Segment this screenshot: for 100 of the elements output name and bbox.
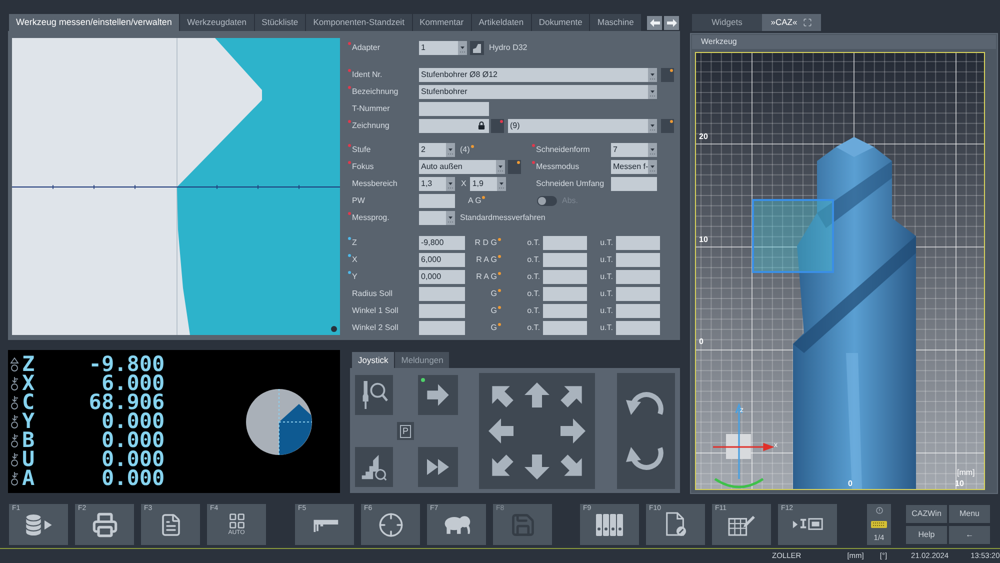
tolerance-label: u.T. (600, 304, 613, 316)
input-field[interactable] (616, 252, 660, 266)
arrow-status-icon (10, 414, 19, 429)
down-arrow-icon[interactable] (522, 452, 552, 482)
input-field[interactable] (419, 320, 465, 334)
tolerance-label: u.T. (600, 322, 613, 334)
tab[interactable]: »CAZ« (762, 14, 821, 31)
holder-icon (470, 40, 484, 54)
table-pencil-icon (728, 513, 755, 536)
dropdown[interactable]: (9) (508, 118, 657, 132)
input-field[interactable] (616, 270, 660, 284)
dropdown[interactable]: 7 (611, 142, 657, 156)
scale-label: 20 (699, 132, 708, 142)
note-button[interactable] (491, 118, 504, 132)
tab[interactable]: Dokumente (530, 14, 590, 31)
reference-code: G (490, 288, 497, 300)
input-field[interactable] (616, 320, 660, 334)
input-field[interactable] (616, 304, 660, 318)
input-field[interactable]: 0,000 (419, 270, 465, 284)
tool-inspect-button[interactable] (355, 375, 393, 415)
dropdown[interactable]: Messen f- (611, 160, 657, 174)
tolerance-label: o.T. (527, 270, 540, 282)
field-label: Y (352, 271, 358, 283)
system-button[interactable]: Help (906, 526, 947, 544)
input-field[interactable] (543, 304, 587, 318)
tab[interactable]: Meldungen (395, 352, 450, 368)
input-field[interactable]: 6,000 (419, 252, 465, 266)
field-label: Zeichnung (352, 120, 390, 132)
field-label: Messmodus (536, 161, 580, 173)
tolerance-label: u.T. (600, 236, 613, 248)
adapter-name: Hydro D32 (489, 42, 528, 54)
input-field[interactable] (616, 286, 660, 300)
axis-value: 0.000 (101, 431, 165, 450)
delta-status-icon (10, 357, 19, 372)
staircase-magnifier-icon (360, 453, 388, 481)
input-field[interactable] (419, 118, 489, 132)
tab[interactable]: Kommentar (412, 14, 471, 31)
arrow-status-icon (10, 471, 19, 486)
dropdown[interactable]: 2 (419, 142, 455, 156)
arrow-status-icon (10, 452, 19, 467)
tab[interactable]: Werkzeug messen/einstellen/verwalten (9, 14, 179, 31)
database-arrow-icon (24, 514, 54, 536)
tab[interactable]: Widgets (692, 14, 762, 31)
dropdown[interactable]: 1,9 (470, 176, 506, 190)
tab[interactable]: Artikeldaten (470, 14, 531, 31)
note-button[interactable] (508, 160, 521, 174)
scale-label: 0 (699, 337, 704, 347)
reference-code: R D G (474, 236, 497, 248)
input-field[interactable] (616, 236, 660, 250)
tab[interactable]: Maschine (589, 14, 641, 31)
input-field[interactable] (543, 320, 587, 334)
step-inspect-button[interactable] (355, 447, 393, 487)
field-label: Ident Nr. (352, 69, 382, 81)
system-button[interactable]: CAZWin (906, 505, 947, 523)
tab[interactable]: Stückliste (254, 14, 306, 31)
dropdown[interactable] (419, 210, 455, 224)
dropdown[interactable]: 1,3 (419, 176, 455, 190)
input-field[interactable]: -9,800 (419, 236, 465, 250)
left-arrow-icon[interactable] (486, 416, 516, 446)
input-field[interactable] (543, 270, 587, 284)
input-field[interactable] (543, 252, 587, 266)
note-button[interactable] (661, 118, 674, 132)
scroll-right-button[interactable] (664, 16, 679, 30)
field-label: Messprog. (352, 212, 390, 224)
right-arrow-icon[interactable] (558, 416, 588, 446)
scroll-left-button[interactable] (647, 16, 662, 30)
range-separator: X (461, 178, 466, 190)
reference-code: G (490, 322, 497, 334)
reference-code: G (490, 304, 497, 316)
input-field[interactable] (543, 286, 587, 300)
input-field[interactable] (419, 194, 455, 208)
field-label: T-Nummer (352, 103, 390, 115)
reference-code: R A G (476, 254, 497, 266)
right-arrow-icon (425, 382, 451, 408)
input-field[interactable] (419, 286, 465, 300)
input-field[interactable] (611, 176, 657, 190)
tab[interactable]: Joystick (352, 352, 394, 368)
tab[interactable]: Werkzeugdaten (179, 14, 254, 31)
input-field[interactable] (419, 304, 465, 318)
axis-value: 6.000 (101, 374, 165, 393)
dropdown[interactable]: Stufenbohrer Ø8 Ø12 (419, 68, 657, 82)
field-label: Winkel 2 Soll (352, 322, 398, 334)
scale-label: 0 (848, 479, 852, 489)
input-field[interactable] (543, 236, 587, 250)
feed-button[interactable] (418, 375, 458, 415)
up-arrow-icon[interactable] (522, 380, 552, 410)
dropdown[interactable]: Auto außen (419, 160, 505, 174)
dropdown[interactable]: Stufenbohrer (419, 84, 657, 98)
field-label: Schneiden Umfang (536, 178, 604, 190)
system-button[interactable]: Menu (949, 505, 990, 523)
scale-label: 10 (699, 235, 708, 245)
tab[interactable]: Komponenten-Standzeit (305, 14, 412, 31)
note-button[interactable] (661, 68, 674, 82)
fast-forward-button[interactable] (418, 447, 458, 487)
park-button[interactable]: P (397, 422, 414, 440)
system-button[interactable]: ← (949, 526, 990, 544)
dropdown[interactable]: 1 (419, 40, 467, 54)
field-label: Schneidenform (536, 144, 590, 156)
level-count: (4) (460, 144, 470, 156)
input-field[interactable] (419, 102, 489, 116)
